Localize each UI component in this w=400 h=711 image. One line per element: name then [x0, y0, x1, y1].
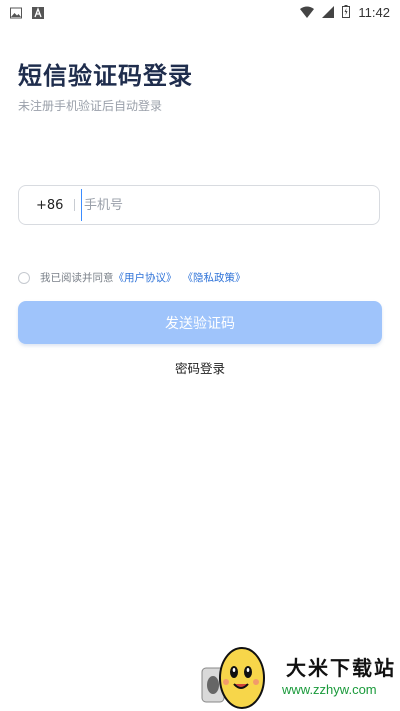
phone-field: +86 [18, 185, 380, 225]
watermark-logo [201, 647, 265, 709]
page-title: 短信验证码登录 [18, 62, 193, 90]
user-agreement-link[interactable]: 《用户协议》 [114, 270, 177, 285]
signal-icon [322, 3, 335, 22]
wifi-icon [300, 3, 315, 22]
country-code-selector[interactable]: +86 [36, 198, 74, 213]
status-bar: 11:42 [0, 0, 400, 24]
font-a-icon [32, 4, 44, 23]
watermark-site-url: www.zzhyw.com [282, 682, 377, 697]
divider [74, 199, 75, 211]
privacy-policy-link[interactable]: 《隐私政策》 [183, 270, 246, 285]
agree-checkbox[interactable] [18, 271, 30, 284]
clock: 11:42 [358, 5, 390, 20]
phone-input[interactable] [81, 189, 336, 221]
watermark: 大米下载站 www.zzhyw.com [198, 640, 400, 711]
gallery-icon [10, 4, 22, 23]
agreement-row: 我已阅读并同意 《用户协议》 《隐私政策》 [18, 270, 246, 285]
password-login-link[interactable]: 密码登录 [0, 358, 400, 377]
battery-icon [342, 3, 351, 22]
agreement-text: 我已阅读并同意 [40, 272, 114, 284]
watermark-site-name: 大米下载站 [286, 656, 396, 680]
page-subtitle: 未注册手机验证后自动登录 [18, 99, 163, 113]
send-code-button[interactable]: 发送验证码 [18, 301, 382, 344]
